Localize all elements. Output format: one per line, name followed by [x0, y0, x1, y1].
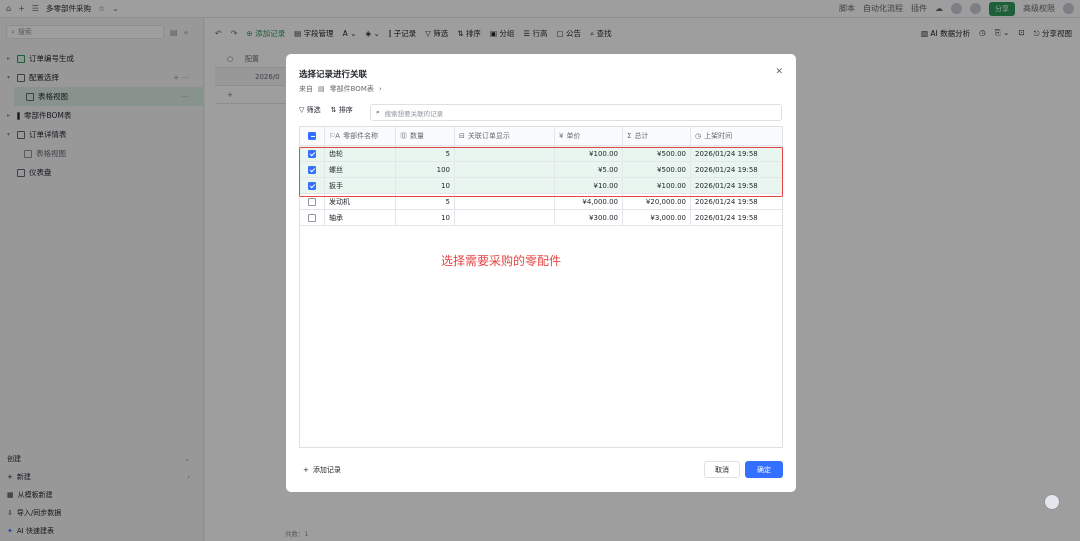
link-record-dialog: 选择记录进行关联 ✕ 来自 ▤ 零部件BOM表 › ▽ 筛选 ⇅ 排序 ⌕ 搜索… — [286, 54, 796, 492]
row-checkbox[interactable] — [308, 197, 316, 206]
help-assistant-icon[interactable] — [1044, 494, 1060, 510]
sort-label: 排序 — [338, 106, 353, 114]
filter-button[interactable]: ▽ 筛选 — [299, 105, 321, 115]
dialog-title: 选择记录进行关联 — [299, 70, 368, 80]
cell-time: 2026/01/24 19:58 — [695, 213, 758, 222]
cell-name: 轴承 — [325, 210, 396, 225]
column-header-label: 总计 — [634, 132, 649, 140]
select-all-cell[interactable] — [300, 127, 325, 145]
row-checkbox[interactable] — [308, 213, 316, 222]
select-all-checkbox[interactable] — [308, 132, 316, 140]
filter-label: 筛选 — [306, 106, 321, 114]
dialog-source: 来自 ▤ 零部件BOM表 › — [299, 84, 382, 94]
table-row[interactable]: 轴承 10 ¥300.00 ¥3,000.00 2026/01/24 19:58 — [300, 210, 782, 226]
column-header[interactable]: ◷ 上架时间 — [691, 127, 782, 145]
column-header-label: 数量 — [410, 132, 424, 140]
column-header[interactable]: ⚐A 零部件名称 — [325, 127, 396, 145]
cell-price: ¥300.00 — [555, 210, 623, 225]
cell-qty: 10 — [396, 210, 455, 225]
column-header[interactable]: ⑫ 数量 — [396, 127, 455, 145]
link-field-icon: ⊟ — [459, 132, 465, 140]
sort-button[interactable]: ⇅ 排序 — [331, 105, 353, 115]
time-field-icon: ◷ — [695, 132, 702, 140]
confirm-button[interactable]: 确定 — [745, 461, 783, 478]
column-header[interactable]: ⊟ 关联订单显示 — [455, 127, 555, 145]
formula-field-icon: Σ — [627, 132, 632, 140]
cell-link — [455, 210, 555, 225]
table-icon: ▤ — [318, 85, 325, 93]
record-search-input[interactable]: ⌕ 搜索想要关联的记录 — [370, 104, 782, 121]
column-header[interactable]: Σ 总计 — [623, 127, 691, 145]
add-record-label: 添加记录 — [312, 466, 341, 474]
search-placeholder: 搜索想要关联的记录 — [384, 109, 444, 118]
add-record-button[interactable]: + 添加记录 — [303, 465, 341, 475]
column-header[interactable]: ¥ 单价 — [555, 127, 623, 145]
cell-total: ¥3,000.00 — [623, 210, 691, 225]
plus-icon: + — [303, 466, 309, 474]
primary-field-icon: ⚐A — [329, 132, 341, 140]
dialog-tools: ▽ 筛选 ⇅ 排序 — [299, 105, 353, 115]
source-prefix: 来自 — [299, 85, 313, 93]
column-header-label: 关联订单显示 — [467, 132, 510, 140]
table-header: ⚐A 零部件名称 ⑫ 数量 ⊟ 关联订单显示 ¥ 单价 Σ 总计 ◷ 上架时间 — [300, 127, 782, 146]
currency-field-icon: ¥ — [559, 132, 564, 140]
search-icon: ⌕ — [376, 108, 380, 116]
source-table-link[interactable]: 零部件BOM表 — [330, 84, 374, 94]
number-field-icon: ⑫ — [400, 132, 407, 140]
selection-highlight-box — [299, 147, 783, 197]
column-header-label: 零部件名称 — [343, 132, 379, 140]
column-header-label: 上架时间 — [704, 132, 733, 140]
column-header-label: 单价 — [566, 132, 581, 140]
close-icon[interactable]: ✕ — [775, 67, 783, 77]
annotation-text: 选择需要采购的零配件 — [441, 254, 562, 268]
cancel-button[interactable]: 取消 — [704, 461, 740, 478]
chevron-right-icon: › — [378, 85, 382, 93]
